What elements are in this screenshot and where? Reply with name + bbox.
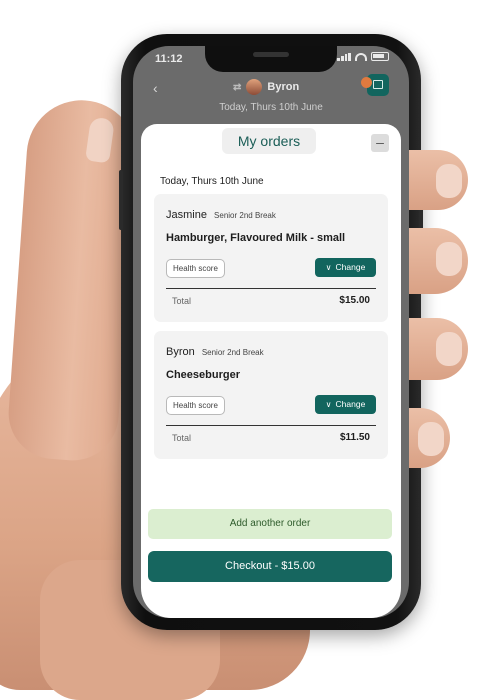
order-items: Hamburger, Flavoured Milk - small [166,232,346,244]
break-label: Senior 2nd Break [201,348,264,357]
person-name: Byron [166,346,195,358]
total-value: $11.50 [339,432,370,443]
sheet-title: My orders [237,133,301,149]
person-name: Jasmine [166,209,207,221]
break-label: Senior 2nd Break [214,211,276,220]
health-score-badge[interactable]: Health score [166,259,225,278]
status-time: 11:12 [155,53,183,65]
orders-sheet: My orders – Today, Thurs 10th June Jasmi… [141,124,401,618]
minimize-icon: – [376,134,384,150]
change-label: Change [335,262,366,272]
checkout-button[interactable]: Checkout - $15.00 [148,551,392,582]
signal-icon [337,52,351,61]
chevron-down-icon: ∨ [325,400,332,409]
total-label: Total [172,433,192,443]
order-card: Jasmine Senior 2nd Break Hamburger, Flav… [154,194,388,322]
order-person: Jasmine Senior 2nd Break [166,209,276,221]
change-button[interactable]: ∨ Change [315,395,376,414]
avatar [246,79,263,95]
phone-volume-button [119,170,123,230]
health-score-badge[interactable]: Health score [166,396,225,415]
user-switcher[interactable]: ⇄ Byron [233,79,299,95]
cart-badge [361,77,372,88]
divider [166,288,376,289]
phone-screen: 11:12 ‹ ⇄ Byron Today, Thurs 10th June M… [133,46,409,618]
status-icons [337,52,389,61]
total-value: $15.00 [339,295,370,306]
chevron-down-icon: ∨ [325,263,332,272]
cart-icon [373,80,383,89]
order-person: Byron Senior 2nd Break [166,346,264,358]
battery-icon [371,52,389,61]
phone-notch [205,46,337,72]
change-label: Change [335,399,366,409]
order-items: Cheeseburger [166,369,240,381]
add-another-order-button[interactable]: Add another order [148,509,392,539]
cart-button[interactable] [361,74,389,96]
swap-icon: ⇄ [233,81,242,93]
sheet-title-pill: My orders [222,128,316,154]
change-button[interactable]: ∨ Change [315,258,376,277]
wifi-icon [355,52,367,61]
orders-date: Today, Thurs 10th June [160,176,264,187]
background-date: Today, Thurs 10th June [219,102,323,113]
header-user-name: Byron [267,81,300,93]
app-header: ‹ ⇄ Byron Today, Thurs 10th June [133,72,409,122]
divider [166,425,376,426]
minimize-button[interactable]: – [371,134,389,152]
total-label: Total [172,296,192,306]
order-card: Byron Senior 2nd Break Cheeseburger Heal… [154,331,388,459]
back-arrow-icon[interactable]: ‹ [153,80,158,96]
